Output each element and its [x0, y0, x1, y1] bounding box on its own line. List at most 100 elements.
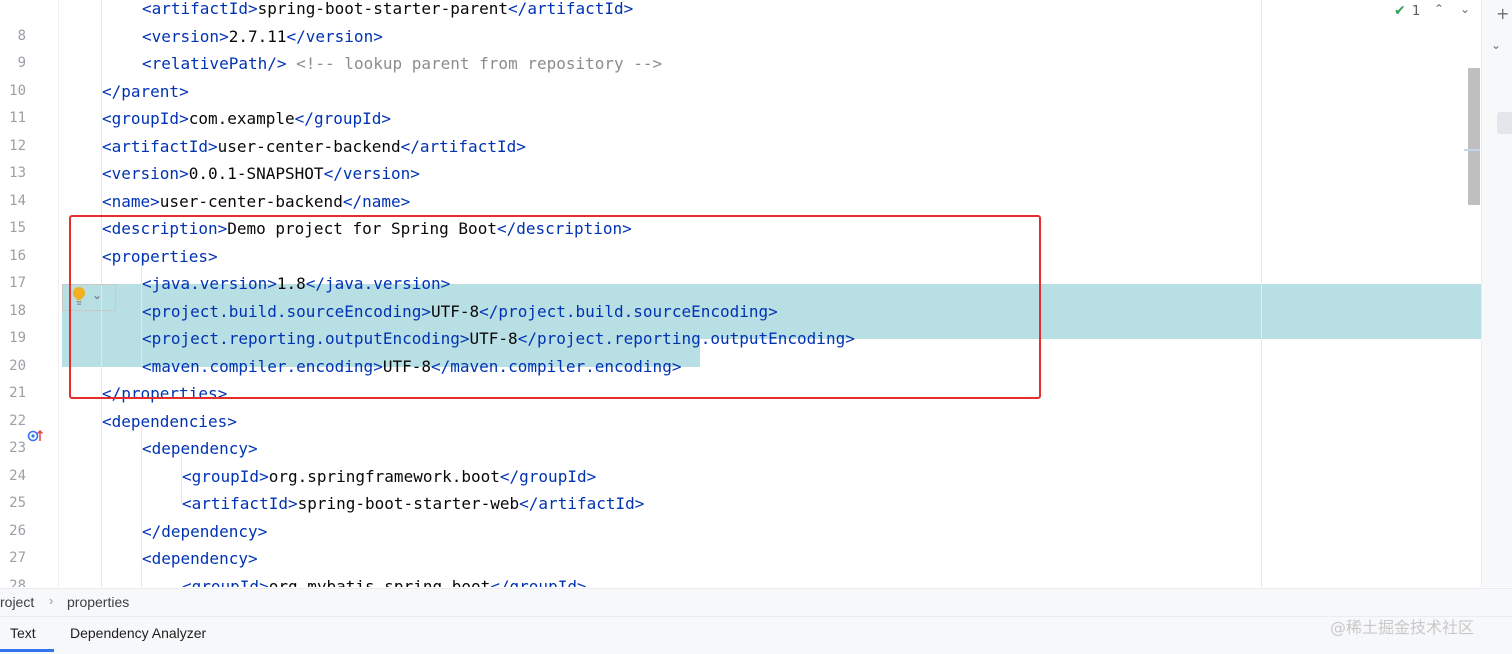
- xml-tag: </artifactId>: [508, 0, 634, 18]
- inspection-widget[interactable]: ✔ 1 ⌃ ⌄: [1392, 2, 1480, 22]
- line-number: 26: [9, 522, 26, 539]
- breadcrumb-item-project[interactable]: roject: [0, 594, 34, 610]
- breadcrumb-item-properties[interactable]: properties: [67, 594, 129, 610]
- line-number: 21: [9, 385, 26, 401]
- scroll-marker: [1464, 149, 1480, 151]
- code-text: <artifactId>spring-boot-starter-parent</…: [142, 0, 633, 23]
- line-number: 14: [9, 192, 26, 209]
- code-line[interactable]: 22 <dependencies>: [0, 408, 1481, 436]
- active-tab-indicator: [0, 649, 54, 652]
- line-number: 9: [17, 55, 26, 71]
- code-line[interactable]: 10 </parent>: [0, 78, 1481, 106]
- code-text: <groupId>com.example</groupId>: [102, 105, 391, 133]
- code-text: <name>user-center-backend</name>: [102, 188, 410, 216]
- xml-tag: <groupId>: [182, 576, 269, 588]
- code-line[interactable]: 8 <version>2.7.11</version>: [0, 23, 1481, 51]
- line-number: 27: [9, 550, 26, 566]
- xml-tag: </groupId>: [499, 466, 597, 486]
- xml-tag: <version>: [102, 164, 189, 183]
- tool-window-marker[interactable]: [1497, 112, 1512, 134]
- xml-tag: </version>: [286, 26, 383, 46]
- xml-tag: <name>: [102, 191, 160, 211]
- code-line[interactable]: 24 <groupId>org.springframework.boot</gro…: [0, 463, 1481, 491]
- breadcrumb-separator: ›: [49, 593, 54, 608]
- xml-value: spring-boot-starter-parent: [257, 0, 509, 18]
- code-text: <groupId>org.springframework.boot</group…: [182, 463, 596, 491]
- line-number: 10: [9, 82, 26, 99]
- xml-value: org.springframework.boot: [268, 466, 500, 486]
- code-line[interactable]: 14 <name>user-center-backend</name>: [0, 188, 1481, 216]
- xml-value: 0.0.1-SNAPSHOT: [188, 164, 324, 183]
- code-text: </parent>: [102, 78, 189, 106]
- xml-value: spring-boot-starter-web: [297, 494, 520, 513]
- chevron-up-icon[interactable]: ⌃: [1434, 2, 1444, 16]
- code-line[interactable]: 11 <groupId>com.example</groupId>: [0, 105, 1481, 133]
- line-number: 19: [9, 330, 26, 346]
- line-number: 23: [9, 440, 26, 456]
- code-line[interactable]: 12 <artifactId>user-center-backend</artif…: [0, 133, 1481, 161]
- code-line[interactable]: 23 <dependency>: [0, 435, 1481, 463]
- line-number: 24: [9, 467, 26, 484]
- xml-tag: </version>: [323, 164, 420, 183]
- xml-tag: <groupId>: [182, 466, 269, 486]
- scrollbar-thumb[interactable]: [1468, 68, 1480, 205]
- line-number: 28: [9, 577, 26, 588]
- code-line[interactable]: <artifactId>spring-boot-starter-parent</…: [0, 0, 1481, 23]
- line-number: 13: [9, 165, 26, 181]
- code-line[interactable]: 9 <relativePath/> <!-- lookup parent from…: [0, 50, 1481, 78]
- line-number: 22: [9, 412, 26, 429]
- code-line[interactable]: 28 <groupId>org.mybatis.spring.boot</grou…: [0, 573, 1481, 588]
- code-text: <dependency>: [142, 545, 258, 573]
- line-number: 18: [9, 302, 26, 319]
- code-text: <artifactId>user-center-backend</artifac…: [102, 133, 526, 161]
- code-line[interactable]: 25 <artifactId>spring-boot-starter-web</a…: [0, 490, 1481, 518]
- line-number: 12: [9, 137, 26, 154]
- chevron-down-icon[interactable]: ⌄: [1491, 38, 1501, 52]
- annotation-highlight-box: [69, 215, 1041, 399]
- line-number: 16: [9, 247, 26, 264]
- line-number: 11: [9, 110, 26, 126]
- xml-tag: </parent>: [102, 81, 189, 101]
- code-line[interactable]: 26 </dependency>: [0, 518, 1481, 546]
- xml-tag: <version>: [142, 26, 229, 46]
- inspection-count: 1: [1412, 4, 1421, 19]
- watermark: @稀土掘金技术社区: [1330, 618, 1475, 637]
- xml-tag: </artifactId>: [519, 494, 645, 513]
- xml-tag: <dependency>: [142, 439, 258, 458]
- line-number: 8: [17, 27, 26, 44]
- xml-tag: <dependency>: [142, 549, 258, 568]
- code-text: <dependency>: [142, 435, 258, 463]
- code-text: <version>2.7.11</version>: [142, 23, 383, 51]
- code-editor[interactable]: <artifactId>spring-boot-starter-parent</…: [0, 0, 1481, 587]
- line-number: 17: [9, 275, 26, 291]
- xml-value: 2.7.11: [228, 26, 287, 46]
- xml-tag: </name>: [342, 191, 411, 211]
- right-tool-strip: + ⌄: [1481, 0, 1512, 587]
- tab-dependency-analyzer[interactable]: Dependency Analyzer: [70, 625, 206, 641]
- code-text: <artifactId>spring-boot-starter-web</art…: [182, 490, 644, 518]
- xml-value: com.example: [188, 109, 295, 128]
- xml-tag: </groupId>: [490, 576, 587, 588]
- inspection-check-icon: ✔: [1394, 3, 1406, 19]
- bottom-tab-bar: Text Dependency Analyzer: [0, 616, 1512, 654]
- xml-tag: <artifactId>: [102, 136, 218, 156]
- code-line[interactable]: 27 <dependency>: [0, 545, 1481, 573]
- code-line[interactable]: 13 <version>0.0.1-SNAPSHOT</version>: [0, 160, 1481, 188]
- xml-tag: <artifactId>: [182, 494, 298, 513]
- xml-tag: <groupId>: [102, 109, 189, 128]
- chevron-down-icon[interactable]: ⌄: [1460, 2, 1470, 16]
- code-text: <version>0.0.1-SNAPSHOT</version>: [102, 160, 420, 188]
- plus-icon[interactable]: +: [1496, 4, 1509, 23]
- xml-tag: </artifactId>: [400, 136, 526, 156]
- xml-value: user-center-backend: [217, 136, 401, 156]
- xml-value: org.mybatis.spring.boot: [268, 576, 491, 588]
- xml-tag: <dependencies>: [102, 411, 237, 431]
- code-text: <dependencies>: [102, 408, 237, 436]
- override-marker-icon[interactable]: [27, 428, 43, 444]
- xml-value: [287, 54, 297, 73]
- xml-value: user-center-backend: [159, 191, 343, 211]
- tab-text[interactable]: Text: [10, 625, 36, 641]
- code-text: <groupId>org.mybatis.spring.boot</groupI…: [182, 573, 587, 588]
- xml-tag: <artifactId>: [142, 0, 258, 18]
- xml-tag: </groupId>: [294, 109, 391, 128]
